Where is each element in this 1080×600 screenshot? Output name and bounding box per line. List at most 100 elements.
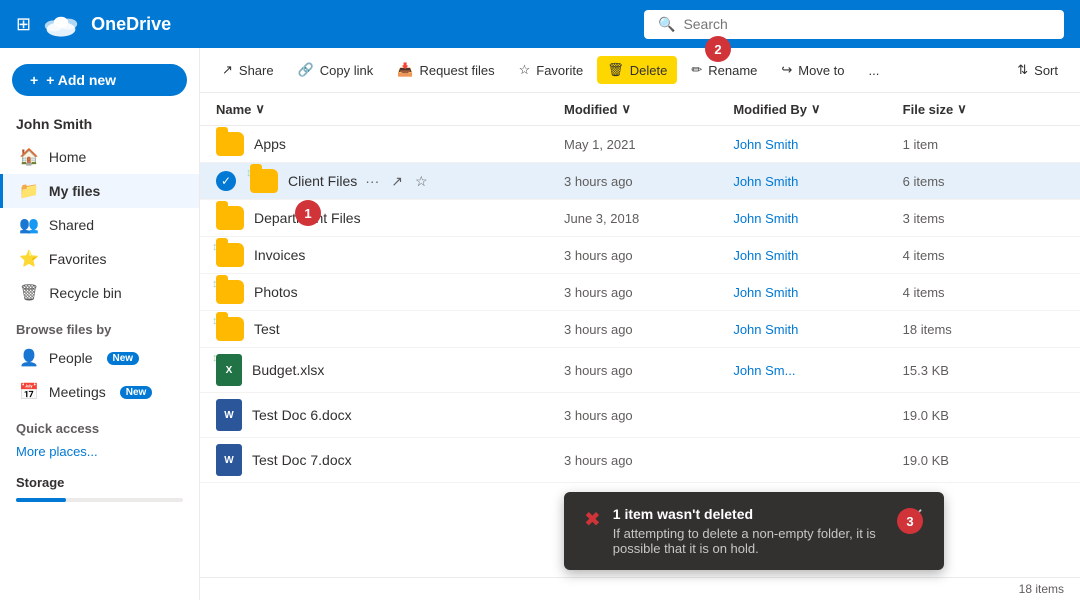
sidebar-item-shared[interactable]: 👥 Shared [0, 208, 199, 242]
file-size: 1 item [895, 137, 1064, 152]
toolbar: ↗ Share 🔗 Copy link 📥 Request files ☆ Fa… [200, 48, 1080, 93]
sort-button[interactable]: ⇅ Sort [1007, 56, 1068, 84]
file-modified: 3 hours ago [556, 453, 725, 468]
favorite-icon: ☆ [519, 62, 531, 78]
row-open-button[interactable]: ↗ [387, 171, 407, 192]
file-name-cell: ↕ Test [216, 317, 556, 341]
file-name: Client Files [288, 173, 357, 189]
delete-icon: 🗑 [607, 62, 624, 78]
people-icon: 👤 [19, 348, 39, 368]
folder-icon-wrapper: ↕ [250, 169, 278, 193]
rename-icon: ✏ [691, 62, 702, 78]
excel-icon: X [216, 354, 242, 386]
table-row[interactable]: ↕ X Budget.xlsx 3 hours ago John Sm... 1… [200, 348, 1080, 393]
table-row[interactable]: ↕ Photos 3 hours ago John Smith 4 items [200, 274, 1080, 311]
sidebar-item-home[interactable]: 🏠 Home [0, 140, 199, 174]
file-modified-by: John Sm... [725, 363, 894, 378]
home-icon: 🏠 [19, 147, 39, 167]
table-row[interactable]: ↕ Test 3 hours ago John Smith 18 items [200, 311, 1080, 348]
toast-title: 1 item wasn't deleted [613, 506, 897, 522]
circle-badge-3: 3 [897, 508, 923, 534]
file-modified: 3 hours ago [556, 285, 725, 300]
sidebar-item-myfiles[interactable]: 📁 My files [0, 174, 199, 208]
delete-label: Delete [630, 63, 668, 78]
folder-icon [216, 317, 244, 341]
circle-badge-1: 1 [295, 200, 321, 226]
toast-content: 1 item wasn't deleted If attempting to d… [613, 506, 897, 556]
file-name: Invoices [254, 247, 305, 263]
move-to-button[interactable]: ↪ Move to [771, 56, 854, 84]
plus-icon: + [30, 72, 38, 88]
request-files-label: Request files [419, 63, 494, 78]
circle-label-2: 2 [714, 42, 721, 57]
sidebar-item-people[interactable]: 👤 People New [0, 341, 199, 375]
more-button[interactable]: ... [859, 57, 890, 84]
row-more-button[interactable]: ··· [361, 171, 383, 191]
toast-message: If attempting to delete a non-empty fold… [613, 526, 897, 556]
toast-error-icon: ✖ [584, 507, 601, 532]
table-row[interactable]: ✓ ↕ Client Files ··· ↗ ☆ 3 hours ago Joh… [200, 163, 1080, 200]
file-size: 6 items [895, 174, 1064, 189]
folder-icon-wrapper: ↕ [216, 317, 244, 341]
sidebar-item-label: People [49, 350, 93, 366]
quick-access-header: Quick access [0, 409, 199, 440]
file-name: Apps [254, 136, 286, 152]
table-row[interactable]: Apps May 1, 2021 John Smith 1 item [200, 126, 1080, 163]
table-row[interactable]: ↕ Invoices 3 hours ago John Smith 4 item… [200, 237, 1080, 274]
folder-icon [216, 280, 244, 304]
col-modified-by[interactable]: Modified By ∨ [725, 101, 894, 117]
table-row[interactable]: W Test Doc 7.docx 3 hours ago 19.0 KB [200, 438, 1080, 483]
storage-bar-background [16, 498, 183, 502]
file-name-cell: ✓ ↕ Client Files ··· ↗ ☆ [216, 169, 556, 193]
sidebar-item-label: Favorites [49, 251, 107, 267]
row-star-button[interactable]: ☆ [411, 171, 432, 192]
grid-icon[interactable]: ⊞ [16, 14, 31, 35]
circle-badge-2: 2 [705, 36, 731, 62]
table-row[interactable]: W Test Doc 6.docx 3 hours ago 19.0 KB [200, 393, 1080, 438]
folder-icon [216, 206, 244, 230]
shared-icon: 👥 [19, 215, 39, 235]
add-new-button[interactable]: + + Add new [12, 64, 187, 96]
delete-button[interactable]: 🗑 Delete [597, 56, 677, 84]
sidebar-item-meetings[interactable]: 📅 Meetings New [0, 375, 199, 409]
sync-icon: ↕ [212, 352, 218, 364]
file-modified: 3 hours ago [556, 322, 725, 337]
circle-label-3: 3 [906, 514, 913, 529]
col-name[interactable]: Name ∨ [216, 101, 556, 117]
app-title: OneDrive [91, 14, 171, 35]
share-button[interactable]: ↗ Share [212, 56, 284, 84]
col-file-size[interactable]: File size ∨ [895, 101, 1064, 117]
col-modified-sort-icon: ∨ [621, 101, 631, 117]
file-modified: 3 hours ago [556, 248, 725, 263]
file-size: 19.0 KB [895, 453, 1064, 468]
folder-icon [216, 132, 244, 156]
copy-link-button[interactable]: 🔗 Copy link [288, 56, 384, 84]
col-modified[interactable]: Modified ∨ [556, 101, 725, 117]
sidebar-item-favorites[interactable]: ⭐ Favorites [0, 242, 199, 276]
rename-label: Rename [708, 63, 757, 78]
items-count: 18 items [1019, 582, 1064, 596]
file-name: Test [254, 321, 280, 337]
file-modified: June 3, 2018 [556, 211, 725, 226]
folder-icon [250, 169, 278, 193]
folder-icon-wrapper: W [216, 444, 242, 476]
star-icon: ⭐ [19, 249, 39, 269]
more-places-link[interactable]: More places... [0, 440, 199, 463]
folder-icon-wrapper: ↕ [216, 280, 244, 304]
sidebar-item-recyclebin[interactable]: 🗑 Recycle bin [0, 276, 199, 310]
word-icon: W [216, 444, 242, 476]
browse-files-header: Browse files by [0, 310, 199, 341]
file-modified-by: John Smith [725, 322, 894, 337]
search-input[interactable] [683, 16, 1050, 32]
favorite-button[interactable]: ☆ Favorite [509, 56, 594, 84]
storage-bar-fill [16, 498, 66, 502]
move-to-label: Move to [798, 63, 844, 78]
sidebar-item-label: Shared [49, 217, 94, 233]
file-modified-by: John Smith [725, 137, 894, 152]
sidebar-item-label: My files [49, 183, 100, 199]
share-icon: ↗ [222, 62, 233, 78]
col-modified-by-sort-icon: ∨ [811, 101, 821, 117]
folder-icon-wrapper: ↕ X [216, 354, 242, 386]
table-row[interactable]: Department Files June 3, 2018 John Smith… [200, 200, 1080, 237]
request-files-button[interactable]: 📥 Request files [387, 56, 504, 84]
